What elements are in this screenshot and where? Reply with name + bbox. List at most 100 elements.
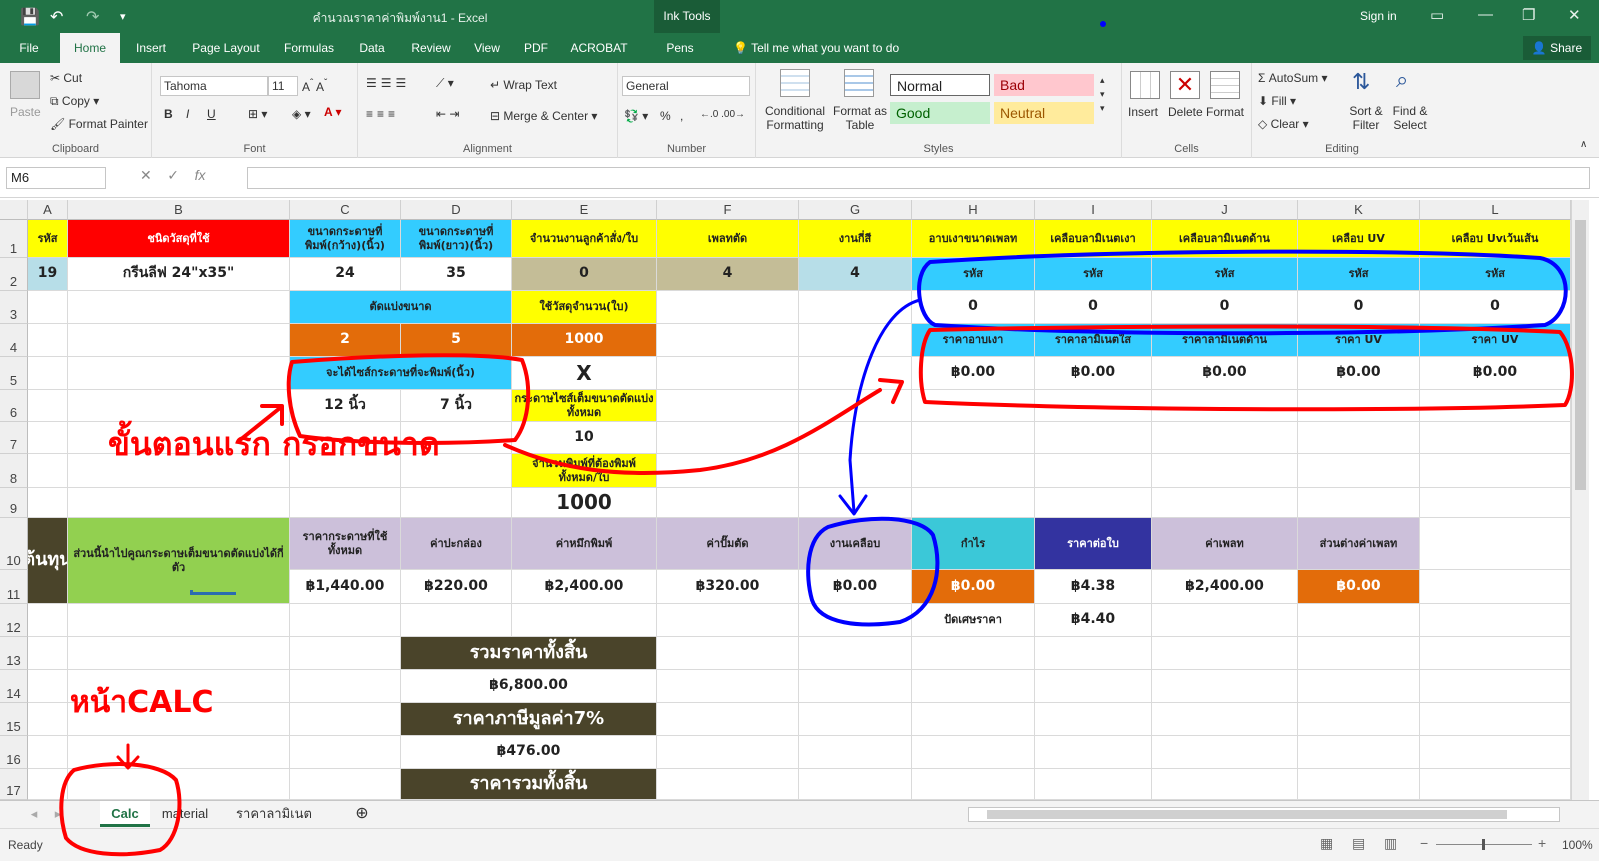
autosum-button[interactable]: Σ AutoSum ▾ [1258,71,1327,85]
cell-f1[interactable]: เพลทตัด [657,220,799,258]
row-header-8[interactable]: 8 [0,454,28,488]
currency-icon[interactable]: 💱 ▾ [624,109,648,123]
cell-f2[interactable]: 4 [657,258,799,291]
bold-button[interactable]: B [164,107,173,121]
cell-c5[interactable]: จะได้ไซส์กระดาษที่จะพิมพ์(นิ้ว) [290,357,512,390]
cell-k16[interactable] [1298,736,1420,769]
cell-a16[interactable] [28,736,68,769]
cell-j5[interactable]: ฿0.00 [1152,357,1298,390]
cell-h3[interactable]: 0 [912,291,1035,324]
cell-l11[interactable] [1420,570,1571,604]
cell-k7[interactable] [1298,422,1420,454]
cell-l17[interactable] [1420,769,1571,800]
cell-f6[interactable] [657,390,799,422]
horizontal-scroll-thumb[interactable] [987,810,1507,819]
font-name-dropdown[interactable]: Tahoma [160,76,268,96]
row-header-9[interactable]: 9 [0,488,28,518]
grow-font-icon[interactable]: Aˆ Aˇ [302,78,327,94]
cell-c15[interactable] [290,703,401,736]
cell-b13[interactable] [68,637,290,670]
page-layout-view-icon[interactable]: ▤ [1352,835,1365,852]
cell-f13[interactable] [657,637,799,670]
cell-e6[interactable]: กระดาษไซส์เต็มขนาดตัดแบ่งทั้งหมด [512,390,657,422]
cell-i4[interactable]: ราคาลามิเนตใส [1035,324,1152,357]
column-header-a[interactable]: A [28,200,68,220]
cell-a8[interactable] [28,454,68,488]
cell-i13[interactable] [1035,637,1152,670]
redo-icon[interactable]: ↷ [86,7,99,27]
undo-icon[interactable]: ↶ [50,7,63,27]
cell-e2[interactable]: 0 [512,258,657,291]
cell-l5[interactable]: ฿0.00 [1420,357,1571,390]
cell-g16[interactable] [799,736,912,769]
cell-c10[interactable]: ราคากระดาษที่ใช้ทั้งหมด [290,518,401,570]
cut-button[interactable]: ✂ Cut [50,71,82,85]
decimal-icons[interactable]: ←.0 .00→ [700,109,745,120]
cell-k17[interactable] [1298,769,1420,800]
row-header-17[interactable]: 17 [0,769,28,800]
cell-i5[interactable]: ฿0.00 [1035,357,1152,390]
cell-i9[interactable] [1035,488,1152,518]
cell-l15[interactable] [1420,703,1571,736]
cell-b17[interactable] [68,769,290,800]
style-bad[interactable]: Bad [994,74,1094,96]
next-sheet-icon[interactable]: ▸ [48,801,68,827]
cell-a15[interactable] [28,703,68,736]
vertical-align-icons[interactable]: ☰☰☰ [366,76,410,90]
cancel-icon[interactable]: ✕ [140,167,152,183]
cell-k13[interactable] [1298,637,1420,670]
cell-a2[interactable]: 19 [28,258,68,291]
enter-icon[interactable]: ✓ [167,167,179,183]
cell-c13[interactable] [290,637,401,670]
style-good[interactable]: Good [890,102,990,124]
cell-f7[interactable] [657,422,799,454]
cell-f17[interactable] [657,769,799,800]
column-header-f[interactable]: F [657,200,799,220]
cell-f4[interactable] [657,324,799,357]
cell-d2[interactable]: 35 [401,258,512,291]
cell-k6[interactable] [1298,390,1420,422]
cell-i12[interactable]: ฿4.40 [1035,604,1152,637]
cell-f10[interactable]: ค่าปั๊มตัด [657,518,799,570]
zoom-in-icon[interactable]: + [1538,835,1546,851]
cell-g17[interactable] [799,769,912,800]
cell-c16[interactable] [290,736,401,769]
tab-pens[interactable]: Pens [658,33,702,63]
cell-i14[interactable] [1035,670,1152,703]
row-header-16[interactable]: 16 [0,736,28,769]
row-header-7[interactable]: 7 [0,422,28,454]
tab-view[interactable]: View [466,33,508,63]
cell-a6[interactable] [28,390,68,422]
cell-h15[interactable] [912,703,1035,736]
cell-c12[interactable] [290,604,401,637]
cell-h7[interactable] [912,422,1035,454]
ribbon-display-icon[interactable]: ▭ [1430,6,1444,24]
select-all-corner[interactable] [0,200,28,220]
cell-e5[interactable]: X [512,357,657,390]
cell-d17[interactable]: ราคารวมทั้งสิ้น [401,769,657,800]
cell-k2[interactable]: รหัส [1298,258,1420,291]
insert-cells-button[interactable]: Insert [1128,105,1158,119]
fill-button[interactable]: ⬇ Fill ▾ [1258,94,1296,108]
cell-l6[interactable] [1420,390,1571,422]
cell-b16[interactable] [68,736,290,769]
cell-a17[interactable] [28,769,68,800]
cell-j9[interactable] [1152,488,1298,518]
cell-h9[interactable] [912,488,1035,518]
style-normal[interactable]: Normal [890,74,990,96]
row-header-1[interactable]: 1 [0,220,28,258]
cell-g7[interactable] [799,422,912,454]
cell-a12[interactable] [28,604,68,637]
font-size-dropdown[interactable]: 11 [268,76,298,96]
format-painter-button[interactable]: 🖌 Format Painter [50,117,148,131]
add-sheet-icon[interactable]: ⊕ [350,801,374,827]
cell-j16[interactable] [1152,736,1298,769]
page-break-view-icon[interactable]: ▥ [1384,835,1397,852]
zoom-slider-thumb[interactable] [1482,839,1485,850]
column-header-d[interactable]: D [401,200,512,220]
cell-l16[interactable] [1420,736,1571,769]
cell-d14[interactable]: ฿6,800.00 [401,670,657,703]
cell-g15[interactable] [799,703,912,736]
cell-e7[interactable]: 10 [512,422,657,454]
cell-l14[interactable] [1420,670,1571,703]
